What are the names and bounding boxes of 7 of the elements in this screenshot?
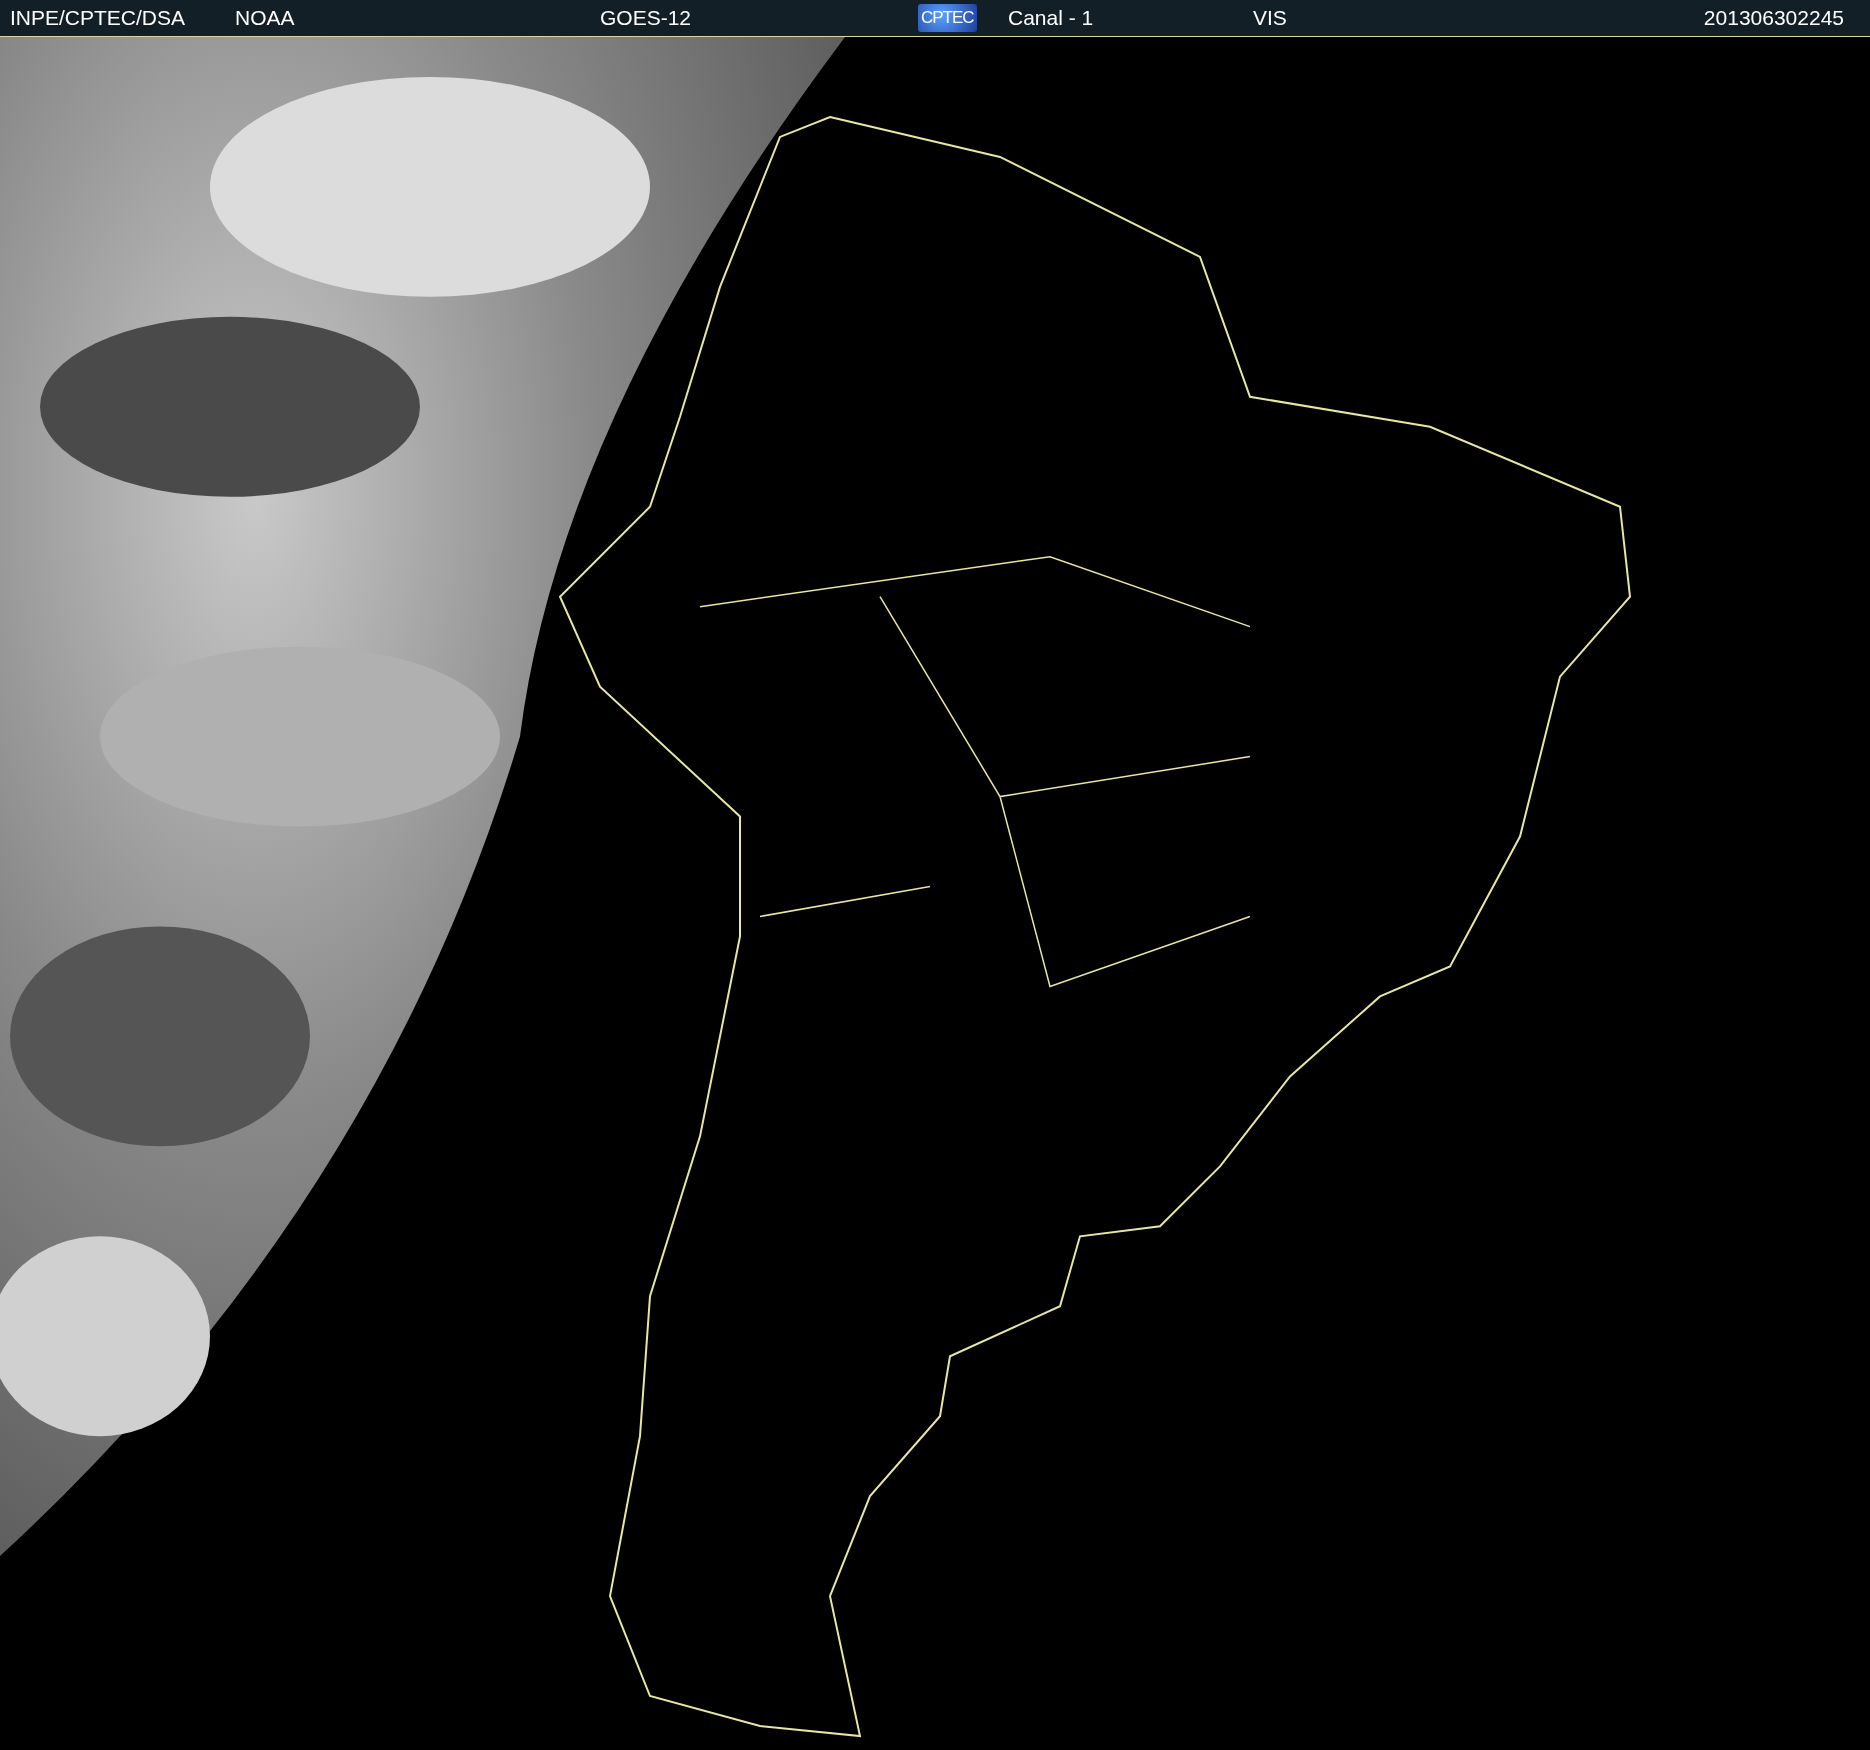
source-label: NOAA — [235, 6, 295, 30]
channel-label: Canal - 1 — [1008, 6, 1094, 30]
band-label: VIS — [1253, 6, 1287, 30]
timestamp-label: 201306302245 — [1703, 6, 1845, 30]
satellite-label: GOES-12 — [600, 6, 692, 30]
agency-label: INPE/CPTEC/DSA — [9, 6, 186, 30]
logo: CPTEC — [918, 4, 977, 32]
